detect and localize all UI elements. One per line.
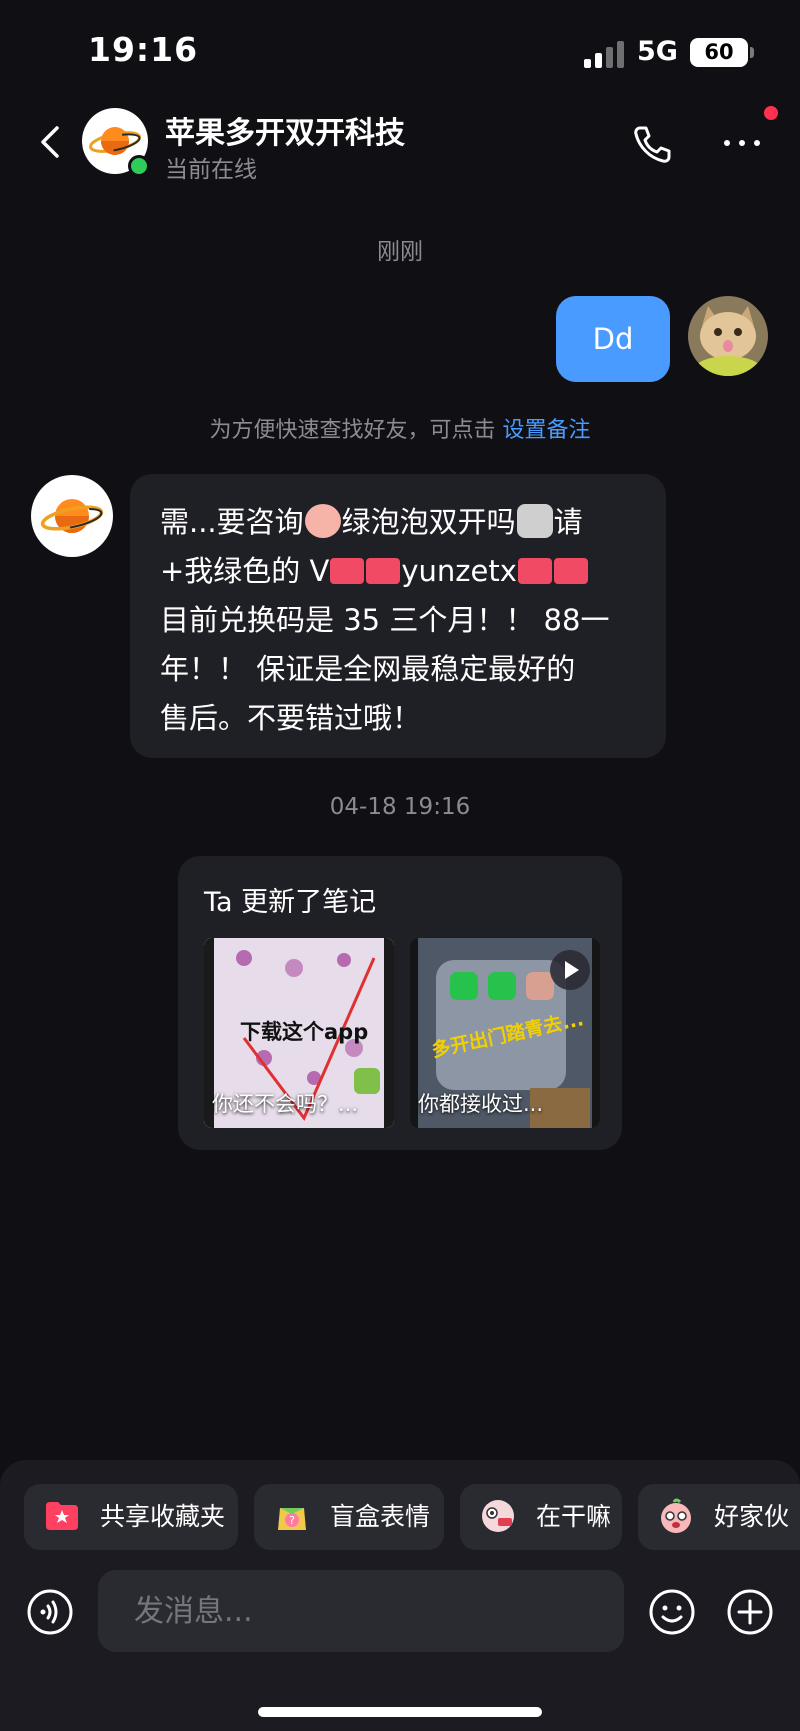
thumbnail-caption: 你都接收过... [418, 1092, 544, 1116]
folder-star-icon [46, 1502, 78, 1530]
remark-notice: 为方便快速查找好友，可点击 设置备注 [0, 412, 800, 444]
play-icon[interactable] [550, 950, 590, 990]
svg-text:?: ? [289, 1514, 295, 1527]
message-line: 需...要咨询 绿泡泡双开吗 请 [160, 498, 642, 547]
message-line: 售后。不要错过哦！ [160, 701, 422, 735]
ticket-emoji-icon [517, 558, 552, 584]
status-time: 19:16 [88, 30, 199, 69]
network-label: 5G [637, 36, 678, 67]
chip-label: 盲盒表情 [330, 1502, 431, 1531]
message-line: +我绿色的 V yunzetx [160, 547, 642, 596]
message-text: 需...要咨询 [160, 505, 304, 539]
set-remark-link[interactable]: 设置备注 [502, 418, 590, 443]
time-separator: 刚刚 [377, 239, 423, 265]
message-text: yunzetx [401, 554, 517, 588]
online-status-dot [128, 155, 150, 177]
home-indicator[interactable] [258, 1707, 542, 1717]
note-card-title: Ta 更新了笔记 [204, 887, 377, 918]
ticket-emoji-icon [366, 558, 401, 584]
chip-label: 在干嘛 [536, 1502, 612, 1531]
chip-sticker-1[interactable]: 在干嘛 [460, 1484, 622, 1550]
more-icon[interactable] [722, 122, 762, 162]
input-panel: 共享收藏夹 ? 盲盒表情 在干嘛 好家伙 [0, 1460, 800, 1731]
thumbnail-overlay-text: 下载这个app [240, 1020, 369, 1044]
status-bar: 19:16 5G 60 [0, 0, 800, 100]
sticker-icon [482, 1500, 514, 1532]
play-triangle [565, 961, 579, 979]
note-update-card[interactable]: Ta 更新了笔记 下载这个app 你还不会吗？... 多开出门踏青去... 你都… [178, 856, 622, 1150]
thumbnail-caption: 你还不会吗？... [212, 1092, 359, 1116]
chip-sticker-2[interactable]: 好家伙 [638, 1484, 800, 1550]
chip-label: 好家伙 [714, 1502, 790, 1531]
message-line: 目前兑换码是 35 三个月！！ 88一 [160, 603, 610, 637]
battery-nub [750, 47, 754, 58]
message-text: 绿泡泡双开吗 [341, 505, 516, 539]
chat-header: 苹果多开双开科技 当前在线 [0, 100, 800, 200]
chip-blind-box[interactable]: ? 盲盒表情 [254, 1484, 444, 1550]
ticket-emoji-icon [553, 558, 588, 584]
contact-status: 当前在线 [165, 157, 257, 183]
contact-avatar-message[interactable] [31, 475, 113, 557]
cat-avatar-icon [688, 296, 768, 376]
message-input[interactable] [98, 1570, 624, 1652]
notice-text: 为方便快速查找好友，可点击 [209, 418, 503, 443]
phone-icon[interactable] [630, 122, 674, 166]
message-text: 请 [553, 505, 583, 539]
note-thumbnail-1[interactable]: 下载这个app 你还不会吗？... [204, 938, 394, 1128]
notification-badge [764, 106, 778, 120]
contact-name[interactable]: 苹果多开双开科技 [165, 108, 405, 152]
chip-shared-favorites[interactable]: 共享收藏夹 [24, 1484, 238, 1550]
note-thumbnail-2[interactable]: 多开出门踏青去... 你都接收过... [410, 938, 600, 1128]
message-line: 年！！ 保证是全网最稳定最好的 [160, 652, 576, 686]
my-message-bubble[interactable]: Dd [556, 296, 670, 382]
emoji-sticker-icon [304, 504, 341, 538]
my-avatar[interactable] [688, 296, 768, 376]
their-message-bubble[interactable]: 需...要咨询 绿泡泡双开吗 请 +我绿色的 V yunzetx 目前兑换码是 35 … [130, 474, 666, 758]
planet-icon [40, 499, 104, 533]
emoji-icon[interactable] [648, 1588, 696, 1636]
voice-icon[interactable] [26, 1588, 74, 1636]
blind-box-icon: ? [278, 1508, 306, 1530]
battery-icon: 60 [690, 38, 748, 67]
signal-icon [584, 40, 626, 68]
plus-icon[interactable] [726, 1588, 774, 1636]
chip-label: 共享收藏夹 [100, 1502, 226, 1531]
message-text: +我绿色的 V [160, 554, 330, 588]
back-icon[interactable] [30, 120, 74, 164]
ticket-emoji-icon [330, 558, 365, 584]
sticker-icon [661, 1498, 691, 1533]
emoji-sticker-icon [516, 504, 553, 538]
time-separator: 04-18 19:16 [329, 794, 471, 820]
